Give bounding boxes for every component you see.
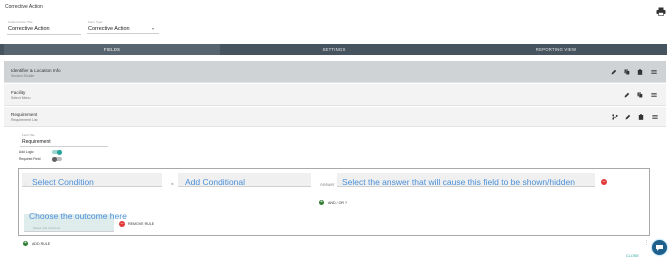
- print-icon[interactable]: [656, 3, 666, 16]
- chat-icon[interactable]: [652, 240, 667, 255]
- chevron-down-icon[interactable]: ▾: [152, 26, 154, 31]
- form-type-select[interactable]: Corrective Action: [88, 26, 130, 32]
- conditional-hint: Add Conditional: [185, 177, 246, 187]
- copy-icon[interactable]: [624, 69, 630, 75]
- answer-label: Answer: [320, 182, 335, 187]
- window-title: Corrective Action: [5, 4, 43, 10]
- field-type: Select Menu: [11, 96, 31, 100]
- add-rule-button[interactable]: ADD RULE: [32, 242, 50, 246]
- remove-icon[interactable]: –: [601, 179, 607, 185]
- remove-rule-button[interactable]: REMOVE RULE: [128, 222, 154, 226]
- pencil-icon[interactable]: [625, 114, 631, 120]
- field-title-caption: Field Title: [22, 133, 35, 137]
- field-title-input[interactable]: Requirement: [22, 139, 51, 145]
- branch-icon[interactable]: [612, 114, 618, 120]
- clipboard-icon[interactable]: [637, 69, 643, 75]
- field-row-identifier[interactable]: Identifier & Location Info Section Divid…: [4, 61, 666, 83]
- pencil-icon[interactable]: [624, 92, 630, 98]
- tab-bar: FIELDS SETTINGS REPORTING VIEW: [0, 44, 667, 55]
- tab-fields[interactable]: FIELDS: [4, 44, 220, 55]
- field-title: Facility: [11, 90, 26, 95]
- drag-handle-icon[interactable]: ⋮: [644, 241, 649, 246]
- add-logic-toggle[interactable]: [52, 149, 62, 155]
- add-logic-label: Add Logic: [19, 150, 34, 154]
- condition-hint: Select Condition: [32, 177, 94, 187]
- field-row-facility[interactable]: Facility Select Menu: [4, 84, 666, 106]
- remove-icon[interactable]: –: [119, 221, 125, 227]
- field-title: Identifier & Location Info: [11, 68, 61, 73]
- required-field-toggle[interactable]: [52, 156, 62, 162]
- pencil-icon[interactable]: [611, 69, 617, 75]
- drag-handle-icon[interactable]: [651, 92, 657, 98]
- add-icon[interactable]: +: [23, 241, 28, 246]
- field-row-requirement[interactable]: Requirement Requirement List: [4, 107, 666, 127]
- copy-icon[interactable]: [637, 92, 643, 98]
- drag-handle-icon: ⋮: [24, 182, 27, 186]
- answer-hint: Select the answer that will cause this f…: [342, 177, 575, 187]
- form-name-field[interactable]: Corrective Action: [8, 26, 50, 32]
- required-field-label: Required Field: [19, 157, 41, 161]
- is-label: is: [171, 182, 174, 186]
- form-type-caption: Form Type: [88, 20, 103, 24]
- outcome-hint: Choose the outcome here: [29, 211, 127, 221]
- close-button[interactable]: CLOSE: [626, 254, 639, 258]
- outcome-placeholder: Select rule Outcome: [33, 226, 61, 230]
- tab-reporting-view[interactable]: REPORTING VIEW: [448, 44, 664, 55]
- drag-handle-icon[interactable]: [651, 69, 657, 75]
- add-icon[interactable]: +: [319, 200, 324, 205]
- clipboard-icon[interactable]: [638, 114, 644, 120]
- drag-handle-icon[interactable]: [652, 114, 658, 120]
- field-title: Requirement: [11, 112, 38, 117]
- field-type: Requirement List: [11, 118, 38, 122]
- field-type: Section Divider: [11, 74, 35, 78]
- and-or-button[interactable]: AND / OR ?: [328, 201, 347, 205]
- form-name-caption: Custom Form Title: [8, 20, 33, 24]
- tab-settings[interactable]: SETTINGS: [226, 44, 442, 55]
